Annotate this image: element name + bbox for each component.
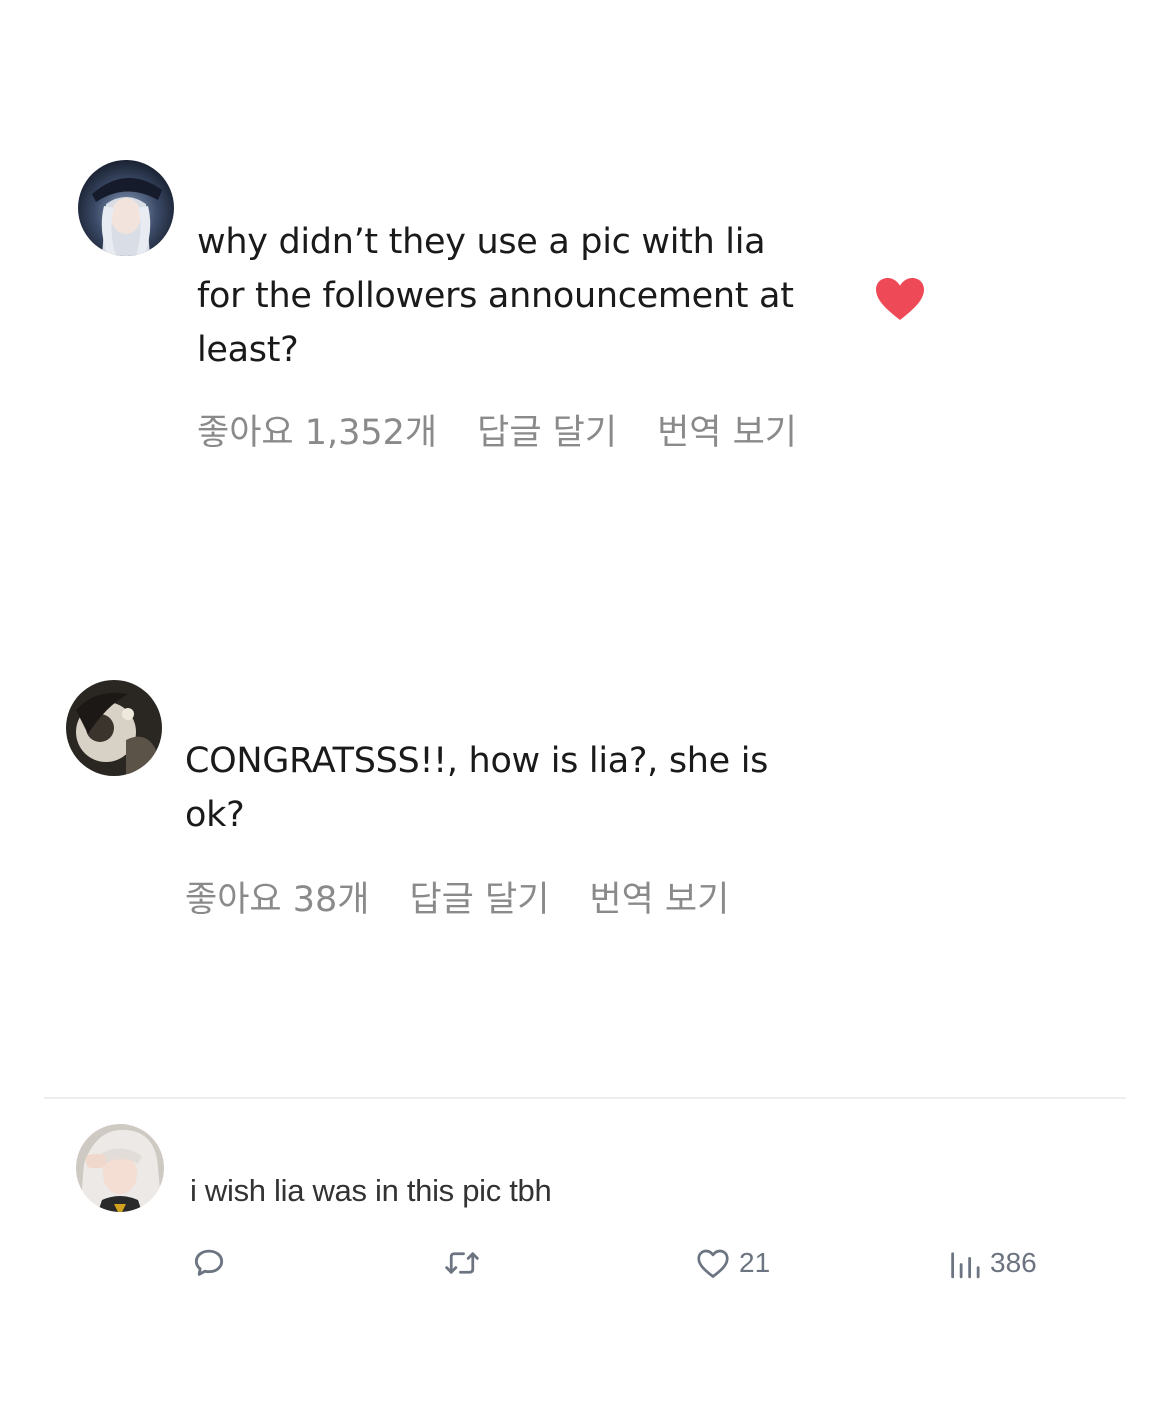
reply-bubble-icon (194, 1249, 224, 1276)
heart-filled-icon[interactable] (874, 276, 926, 322)
translate-button[interactable]: 번역 보기 (589, 871, 729, 922)
avatar-image (78, 160, 174, 256)
comment-line: ok? (185, 795, 245, 835)
like-count: 21 (739, 1247, 771, 1278)
like-action[interactable]: 21 (695, 1246, 770, 1280)
comment-actions: 좋아요 38개 답글 달기 번역 보기 (185, 871, 729, 922)
views-count: 386 (990, 1247, 1037, 1278)
reply-button[interactable]: 답글 달기 (409, 871, 549, 922)
comment-actions: 좋아요 1,352개 답글 달기 번역 보기 (197, 404, 797, 455)
comment-text: why didn’t they use a pic with lia for t… (197, 215, 794, 377)
avatar[interactable] (76, 1124, 164, 1212)
comment-line: CONGRATSSS!!, how is lia?, she is (185, 741, 769, 781)
comment-line: why didn’t they use a pic with lia (197, 222, 766, 262)
reply-action[interactable] (190, 1244, 228, 1282)
likes-count[interactable]: 좋아요 1,352개 (197, 404, 437, 455)
comment-line: for the followers announcement at (197, 276, 794, 316)
avatar[interactable] (78, 160, 174, 256)
heart-outline-icon (697, 1249, 729, 1278)
retweet-icon (445, 1252, 479, 1274)
comment-text: CONGRATSSS!!, how is lia?, she is ok? (185, 734, 768, 842)
avatar-image (66, 680, 162, 776)
translate-button[interactable]: 번역 보기 (657, 404, 797, 455)
retweet-action[interactable] (442, 1244, 482, 1282)
comment-line: least? (197, 330, 299, 370)
views-action[interactable]: 386 (948, 1246, 1037, 1280)
reply-button[interactable]: 답글 달기 (477, 404, 617, 455)
views-bar-chart-icon (951, 1252, 980, 1279)
avatar-image (76, 1124, 164, 1212)
tweet-text: i wish lia was in this pic tbh (190, 1173, 552, 1208)
divider (44, 1097, 1126, 1099)
avatar[interactable] (66, 680, 162, 776)
likes-count[interactable]: 좋아요 38개 (185, 871, 369, 922)
